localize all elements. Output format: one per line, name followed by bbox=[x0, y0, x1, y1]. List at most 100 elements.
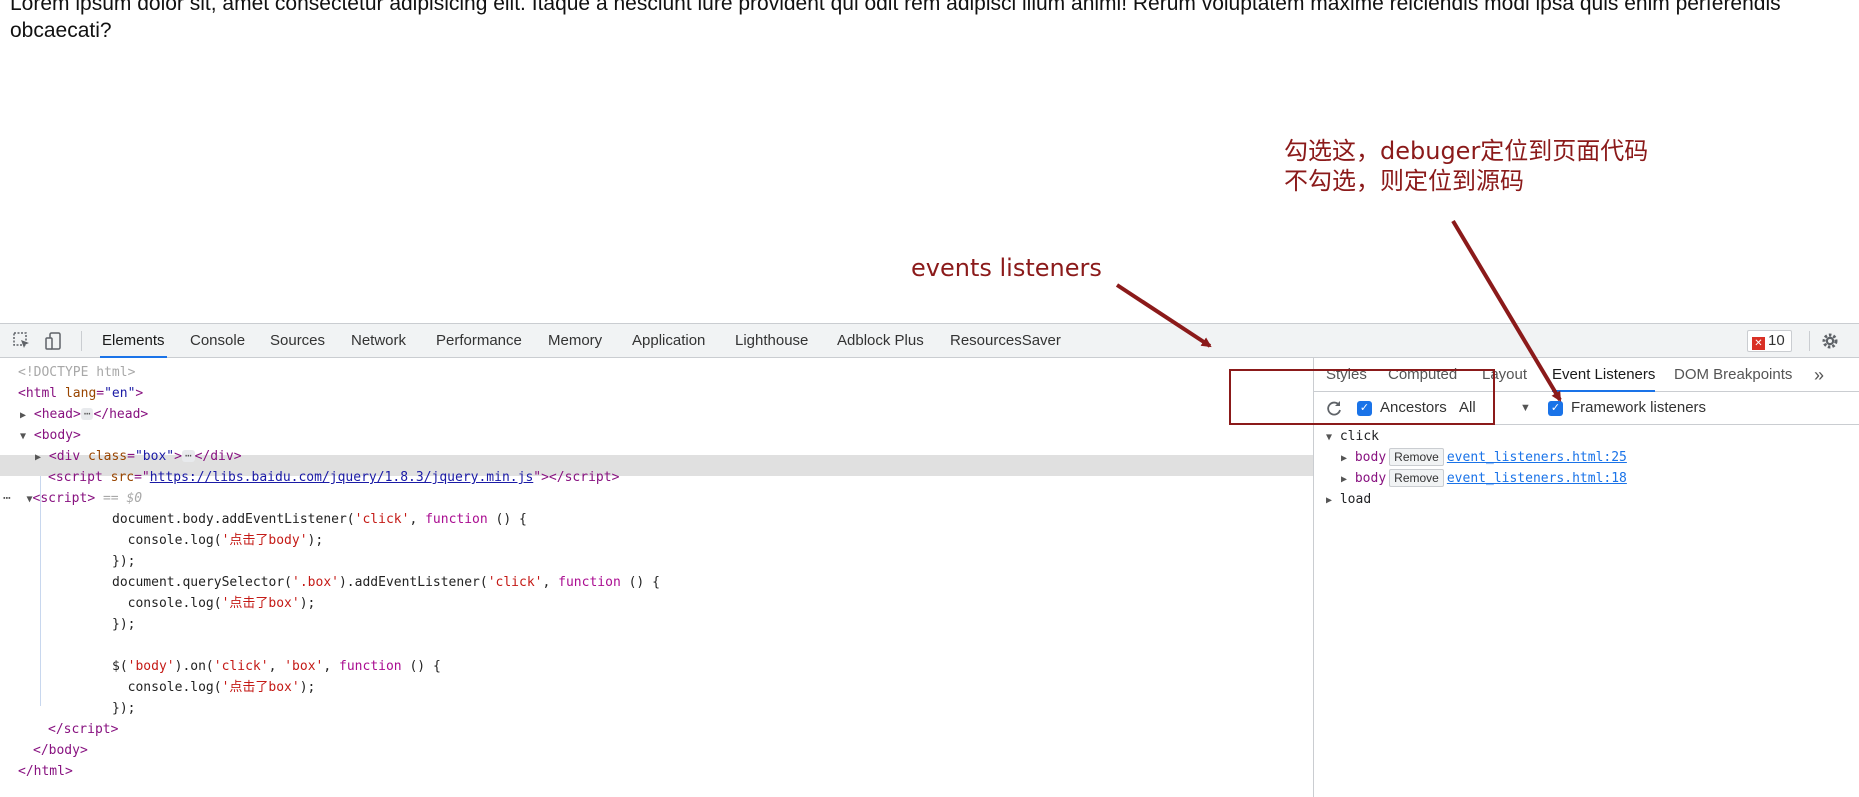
code-text: document.querySelector( bbox=[112, 575, 293, 590]
remove-button[interactable]: Remove bbox=[1389, 448, 1444, 466]
tree-body-open[interactable]: ▼ <body> bbox=[20, 425, 81, 446]
tree-script-jquery[interactable]: <script src="https://libs.baidu.com/jque… bbox=[48, 467, 619, 488]
tree-script-inline[interactable]: ⋯ ▼<script> == $0 bbox=[3, 488, 142, 509]
code-line: document.querySelector('.box').addEventL… bbox=[112, 572, 660, 593]
toolbar-divider bbox=[81, 331, 82, 351]
tab-sources[interactable]: Sources bbox=[268, 324, 327, 358]
expand-triangle-icon[interactable]: ▶ bbox=[1341, 453, 1347, 464]
code-line: }); bbox=[112, 617, 136, 632]
code-string: 'box' bbox=[284, 659, 324, 674]
annotation-tip-line-1: 勾选这，debuger定位到页面代码 bbox=[1284, 137, 1649, 165]
more-options-icon[interactable]: ⋯ bbox=[3, 491, 11, 506]
code-string: '点击了box' bbox=[221, 680, 300, 695]
paragraph-line-1: Lorem ipsum dolor sit, amet consectetur … bbox=[10, 0, 1781, 15]
code-text: ); bbox=[307, 533, 324, 548]
chevron-double-right-icon[interactable]: » bbox=[1814, 358, 1824, 392]
script-src-attr: src bbox=[110, 470, 135, 485]
tree-body-close[interactable]: </body> bbox=[33, 740, 88, 761]
listener-item[interactable]: ▶ body Remove event_listeners.html:18 bbox=[1341, 468, 1627, 489]
code-text: console.log( bbox=[112, 596, 222, 611]
tab-resourcessaver[interactable]: ResourcesSaver bbox=[948, 324, 1063, 358]
code-text: () { bbox=[487, 512, 527, 527]
html-close-tag-name: html bbox=[33, 764, 65, 779]
event-group-load[interactable]: ▶ load bbox=[1326, 489, 1371, 510]
inspect-element-icon[interactable] bbox=[12, 331, 32, 351]
code-string: '点击了body' bbox=[221, 533, 308, 548]
tree-html-close[interactable]: </html> bbox=[18, 761, 73, 782]
listener-item[interactable]: ▶ body Remove event_listeners.html:25 bbox=[1341, 447, 1627, 468]
div-class-attr: class bbox=[88, 449, 128, 464]
gear-icon[interactable] bbox=[1820, 331, 1840, 351]
html-lang-value: "en" bbox=[104, 386, 136, 401]
code-text: console.log( bbox=[112, 533, 222, 548]
expand-triangle-icon[interactable]: ▶ bbox=[20, 410, 26, 421]
expand-triangle-icon[interactable]: ▶ bbox=[1341, 474, 1347, 485]
expand-triangle-icon[interactable]: ▶ bbox=[1326, 495, 1332, 506]
framework-listeners-label: Framework listeners bbox=[1571, 399, 1707, 416]
code-keyword: function bbox=[339, 659, 402, 674]
tree-script-close[interactable]: </script> bbox=[48, 719, 118, 740]
code-line: document.body.addEventListener('click', … bbox=[112, 509, 527, 530]
script-close-tag-name: script bbox=[564, 470, 612, 485]
toolbar-divider-2 bbox=[1809, 331, 1810, 351]
page-paragraph: Lorem ipsum dolor sit, amet consectetur … bbox=[10, 0, 1859, 44]
ellipsis-icon[interactable]: ⋯ bbox=[80, 408, 94, 420]
div-tag-name: div bbox=[56, 449, 81, 464]
code-line: }); bbox=[112, 554, 136, 569]
code-keyword: function bbox=[558, 575, 621, 590]
listener-source-link[interactable]: event_listeners.html:25 bbox=[1447, 450, 1627, 465]
tab-adblock-plus[interactable]: Adblock Plus bbox=[835, 324, 926, 358]
collapse-triangle-icon[interactable]: ▼ bbox=[1326, 432, 1332, 443]
code-string: 'body' bbox=[127, 659, 175, 674]
chevron-down-icon[interactable]: ▼ bbox=[1520, 402, 1531, 414]
error-icon: ✕ bbox=[1752, 337, 1765, 350]
tree-html-open[interactable]: <html lang="en"> bbox=[18, 383, 143, 404]
ellipsis-icon[interactable]: ⋯ bbox=[181, 450, 195, 462]
code-text: $( bbox=[112, 659, 128, 674]
selected-marker: == $0 bbox=[102, 491, 143, 506]
code-text: () { bbox=[620, 575, 660, 590]
div-class-value: "box" bbox=[134, 449, 175, 464]
tab-network[interactable]: Network bbox=[349, 324, 408, 358]
code-keyword: function bbox=[425, 512, 488, 527]
error-count: 10 bbox=[1768, 332, 1785, 349]
code-line: console.log('点击了box'); bbox=[112, 593, 316, 614]
body-close-tag-name: body bbox=[48, 743, 80, 758]
devtools-toolbar: Elements Console Sources Network Perform… bbox=[0, 324, 1859, 358]
tree-head[interactable]: ▶ <head> ⋯ </head> bbox=[20, 404, 148, 425]
framework-listeners-checkbox[interactable]: ✓ bbox=[1548, 401, 1563, 416]
tab-performance[interactable]: Performance bbox=[434, 324, 524, 358]
tab-event-listeners[interactable]: Event Listeners bbox=[1552, 358, 1656, 392]
code-text: , bbox=[409, 512, 426, 527]
listener-node: body bbox=[1354, 450, 1387, 465]
remove-button[interactable]: Remove bbox=[1389, 469, 1444, 487]
script-src-link[interactable]: https://libs.baidu.com/jquery/1.8.3/jque… bbox=[150, 470, 534, 485]
tree-div-box[interactable]: ▶ <div class="box"> ⋯ </div> bbox=[35, 446, 242, 467]
script-tag-name: script bbox=[55, 470, 103, 485]
code-line: console.log('点击了body'); bbox=[112, 530, 324, 551]
tree-doctype[interactable]: <!DOCTYPE html> bbox=[18, 362, 135, 383]
code-text: , bbox=[323, 659, 340, 674]
tab-lighthouse[interactable]: Lighthouse bbox=[733, 324, 810, 358]
tab-memory[interactable]: Memory bbox=[546, 324, 604, 358]
collapse-triangle-icon[interactable]: ▼ bbox=[20, 431, 26, 442]
script-guide-line bbox=[40, 476, 41, 706]
tab-application[interactable]: Application bbox=[630, 324, 707, 358]
expand-triangle-icon[interactable]: ▶ bbox=[35, 452, 41, 463]
tab-dom-breakpoints[interactable]: DOM Breakpoints bbox=[1674, 358, 1792, 392]
annotation-tip-line-2: 不勾选，则定位到源码 bbox=[1284, 167, 1524, 195]
tab-console[interactable]: Console bbox=[188, 324, 247, 358]
event-name: click bbox=[1339, 429, 1379, 444]
listener-source-link[interactable]: event_listeners.html:18 bbox=[1447, 471, 1627, 486]
device-toolbar-icon[interactable] bbox=[44, 331, 64, 351]
head-tag-name: head bbox=[41, 407, 73, 422]
error-count-badge[interactable]: ✕ 10 bbox=[1747, 330, 1792, 352]
event-group-click[interactable]: ▼ click bbox=[1326, 426, 1379, 447]
code-string: '点击了box' bbox=[221, 596, 300, 611]
code-text: document.body.addEventListener( bbox=[112, 512, 355, 527]
div-close-tag-name: div bbox=[210, 449, 234, 464]
code-line: $('body').on('click', 'box', function ()… bbox=[112, 656, 441, 677]
tab-elements[interactable]: Elements bbox=[100, 324, 167, 358]
code-text: , bbox=[268, 659, 285, 674]
listener-node: body bbox=[1354, 471, 1387, 486]
